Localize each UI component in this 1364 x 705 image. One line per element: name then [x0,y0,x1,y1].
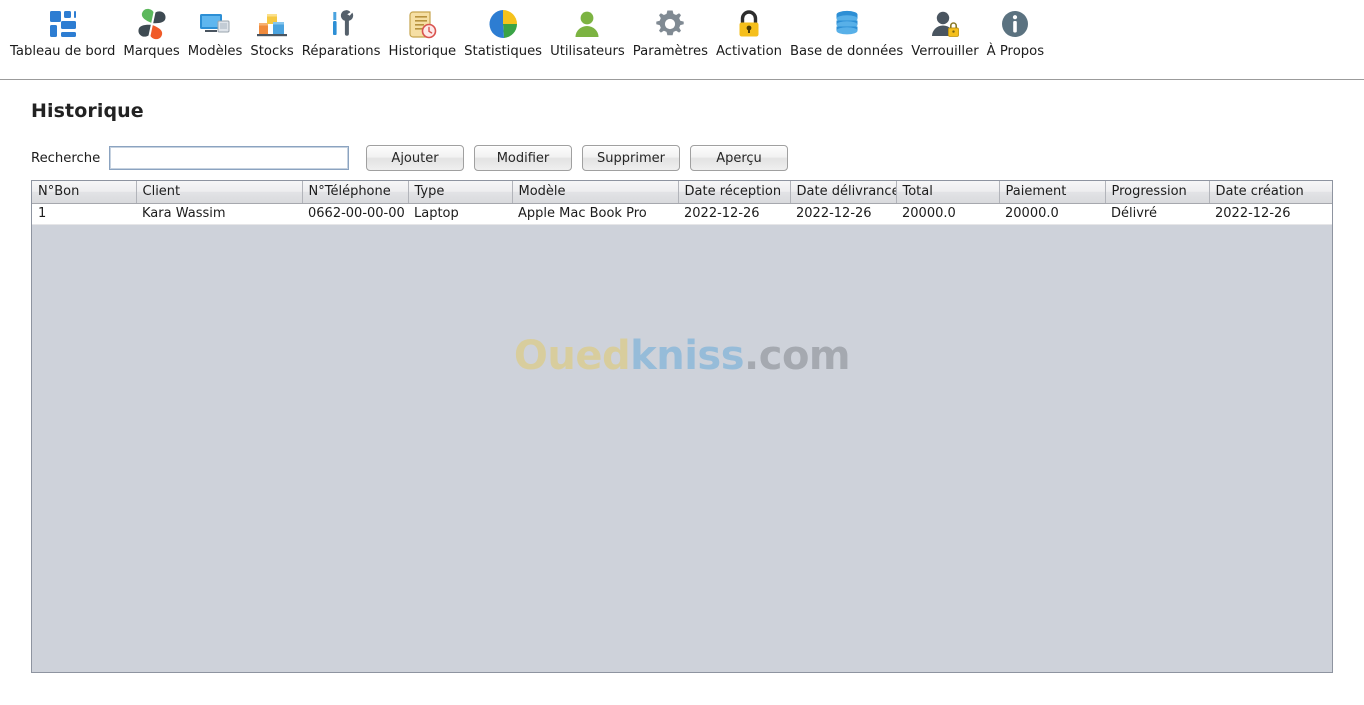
toolbar-item-modeles[interactable]: Modèles [184,7,247,79]
toolbar-label: Statistiques [464,44,543,59]
search-input[interactable] [109,146,350,170]
toolbar-label: Stocks [250,44,294,59]
toolbar-label: Réparations [301,44,381,59]
models-icon [198,7,232,41]
toolbar-item-reparations[interactable]: Réparations [298,7,385,79]
col-header-type[interactable]: Type [408,181,513,204]
cell-date-delivrance: 2022-12-26 [790,203,896,225]
search-label: Recherche [31,150,101,166]
add-button[interactable]: Ajouter [366,145,464,171]
toolbar-label: Activation [715,44,782,59]
settings-gear-icon [653,7,687,41]
toolbar-label: Historique [388,44,457,59]
cell-telephone: 0662-00-00-00 [302,203,408,225]
col-header-date-creation[interactable]: Date création [1209,181,1332,204]
toolbar-item-base-de-donnees[interactable]: Base de données [786,7,907,79]
toolbar-item-marques[interactable]: Marques [119,7,183,79]
edit-button[interactable]: Modifier [474,145,572,171]
user-lock-icon [928,7,962,41]
history-table-panel[interactable]: N°Bon Client N°Téléphone Type Modèle Dat… [31,180,1333,673]
toolbar-label: Tableau de bord [10,44,116,59]
cell-total: 20000.0 [896,203,999,225]
preview-button[interactable]: Aperçu [690,145,788,171]
database-icon [830,7,864,41]
toolbar-label: Utilisateurs [550,44,625,59]
col-header-date-delivrance[interactable]: Date délivrance [790,181,897,204]
col-header-telephone[interactable]: N°Téléphone [302,181,409,204]
search-row: Recherche [31,145,350,171]
toolbar-label: À Propos [986,44,1045,59]
content-area: Historique Recherche Ajouter Modifier Su… [0,81,1364,705]
cell-paiement: 20000.0 [999,203,1105,225]
toolbar-label: Paramètres [632,44,708,59]
cell-client: Kara Wassim [136,203,302,225]
history-icon [405,7,439,41]
action-button-row: Ajouter Modifier Supprimer Aperçu [366,145,788,171]
lock-icon [732,7,766,41]
watermark-part-2: kniss [630,333,745,379]
cell-date-reception: 2022-12-26 [678,203,790,225]
statistics-icon [486,7,520,41]
users-icon [570,7,604,41]
watermark-part-3: .com [744,333,851,379]
cell-date-creation: 2022-12-26 [1209,203,1332,225]
watermark-part-1: Oued [513,333,631,379]
toolbar-label: Marques [123,44,180,59]
repairs-icon [324,7,358,41]
stock-icon [255,7,289,41]
col-header-client[interactable]: Client [136,181,303,204]
main-toolbar: Tableau de bord Marques Modèles Stocks R… [0,0,1364,80]
col-header-paiement[interactable]: Paiement [999,181,1106,204]
dashboard-icon [46,7,80,41]
history-table: N°Bon Client N°Téléphone Type Modèle Dat… [32,181,1332,225]
ouedkniss-watermark: Ouedkniss.com [32,333,1332,379]
cell-nbon: 1 [32,203,136,225]
info-icon [998,7,1032,41]
cell-type: Laptop [408,203,512,225]
col-header-modele[interactable]: Modèle [512,181,679,204]
col-header-progression[interactable]: Progression [1105,181,1210,204]
toolbar-item-historique[interactable]: Historique [385,7,461,79]
cell-modele: Apple Mac Book Pro [512,203,678,225]
toolbar-label: Modèles [187,44,243,59]
toolbar-item-utilisateurs[interactable]: Utilisateurs [546,7,629,79]
toolbar-item-activation[interactable]: Activation [712,7,786,79]
toolbar-item-statistiques[interactable]: Statistiques [460,7,546,79]
toolbar-item-parametres[interactable]: Paramètres [629,7,712,79]
col-header-total[interactable]: Total [896,181,1000,204]
brands-icon [135,7,169,41]
toolbar-item-stocks[interactable]: Stocks [246,7,297,79]
cell-progression: Délivré [1105,203,1209,225]
toolbar-item-verrouiller[interactable]: Verrouiller [907,7,982,79]
col-header-nbon[interactable]: N°Bon [32,181,137,204]
delete-button[interactable]: Supprimer [582,145,680,171]
table-row[interactable]: 1 Kara Wassim 0662-00-00-00 Laptop Apple… [32,203,1332,225]
page-title: Historique [31,100,144,122]
col-header-date-reception[interactable]: Date réception [678,181,791,204]
table-header-row: N°Bon Client N°Téléphone Type Modèle Dat… [32,181,1332,204]
toolbar-label: Verrouiller [911,44,979,59]
toolbar-item-a-propos[interactable]: À Propos [983,7,1048,79]
toolbar-item-tableau-de-bord[interactable]: Tableau de bord [6,7,119,79]
toolbar-label: Base de données [790,44,904,59]
